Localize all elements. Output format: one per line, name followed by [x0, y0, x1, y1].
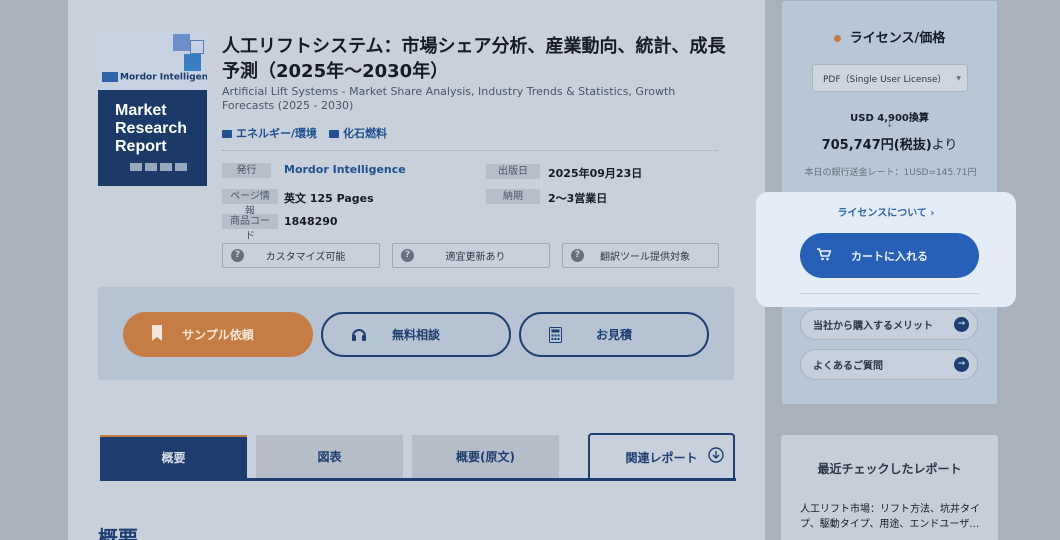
question-icon: ?	[401, 249, 414, 262]
quote-label: お見積	[595, 328, 632, 342]
category-label: エネルギー/環境	[236, 127, 318, 140]
code-value: 1848290	[284, 215, 338, 228]
date-label: 出版日	[486, 164, 540, 179]
cart-icon	[817, 248, 831, 261]
license-select[interactable]: PDF（Single User License） ▼	[812, 64, 968, 92]
category-links: エネルギー/環境 化石燃料	[222, 125, 387, 141]
feature-label: 翻訳ツール提供対象	[600, 252, 690, 263]
bullet-dot-icon	[833, 35, 841, 42]
sample-request-label: サンプル依頼	[182, 328, 254, 342]
folder-icon	[222, 130, 232, 138]
license-title-text: ライセンス/価格	[849, 31, 946, 46]
about-license-link[interactable]: ライセンスについて ›	[756, 204, 1016, 219]
code-label: 商品コード	[222, 214, 278, 242]
recent-reports-card: 最近チェックしたレポート 人工リフト市場：リフト方法、坑井タイプ、駆動タイプ、用…	[781, 435, 998, 540]
tab-related-reports[interactable]: 関連レポート	[588, 433, 735, 479]
category-label: 化石燃料	[343, 127, 388, 140]
purchase-merit-label: 当社から購入するメリット	[813, 321, 933, 332]
exchange-rate-note: 本日の銀行送金レート：1USD=145.71円	[804, 168, 977, 178]
report-cover-image: Mordor Intelligence Market Research Repo…	[98, 32, 207, 186]
publisher-label: 発行	[222, 163, 271, 178]
license-title: ライセンス/価格	[782, 27, 997, 46]
action-bar: サンプル依頼 無料相談 お見積	[98, 287, 734, 380]
price-jpy: 705,747円(税抜)より	[782, 134, 997, 153]
faq-link[interactable]: よくあるご質問 →	[800, 349, 978, 380]
cover-logo-text: Mordor Intelligence	[120, 72, 207, 83]
cover-title: Market Research Report	[115, 102, 188, 155]
tab-overview[interactable]: 概要	[100, 435, 247, 478]
category-link-fossil[interactable]: 化石燃料	[329, 125, 387, 141]
license-select-value: PDF（Single User License）	[823, 74, 947, 85]
calculator-icon	[549, 327, 562, 343]
down-arrow-icon: ↓	[885, 120, 894, 130]
arrow-down-circle-icon	[708, 447, 724, 463]
free-consult-label: 無料相談	[391, 328, 440, 342]
divider	[222, 150, 718, 151]
price-jpy-value: 705,747円(税抜)	[821, 138, 932, 153]
question-icon: ?	[231, 249, 244, 262]
add-to-cart-button[interactable]: カートに入れる	[800, 233, 979, 278]
feature-translation[interactable]: ? 翻訳ツール提供対象	[562, 243, 719, 268]
arrow-right-icon: →	[954, 357, 969, 372]
chevron-down-icon: ▼	[956, 75, 961, 82]
feature-label: カスタマイズ可能	[265, 252, 346, 263]
feature-customizable[interactable]: ? カスタマイズ可能	[222, 243, 380, 268]
date-value: 2025年09月23日	[548, 167, 643, 180]
section-heading: 概要	[98, 526, 138, 540]
cart-highlight-panel: ライセンスについて › カートに入れる	[756, 192, 1016, 307]
faq-label: よくあるご質問	[813, 361, 883, 372]
add-to-cart-label: カートに入れる	[851, 249, 928, 263]
tab-overview-original[interactable]: 概要(原文)	[412, 435, 559, 478]
tab-figures[interactable]: 図表	[256, 435, 403, 478]
folder-icon	[329, 130, 340, 138]
divider	[800, 293, 979, 294]
report-main-card: Mordor Intelligence Market Research Repo…	[68, 0, 765, 540]
tab-underline	[100, 478, 736, 481]
bookmark-icon	[152, 325, 162, 341]
question-icon: ?	[571, 249, 584, 262]
content-tabs: 概要 図表 概要(原文) 関連レポート	[100, 433, 736, 481]
delivery-value: 2～3営業日	[548, 192, 608, 205]
price-suffix: より	[931, 138, 958, 153]
recent-report-link[interactable]: 人工リフト市場：リフト方法、坑井タイプ、駆動タイプ、用途、エンドユーザ…	[800, 502, 982, 532]
arrow-right-icon: →	[954, 317, 969, 332]
pages-value: 英文 125 Pages	[284, 192, 374, 205]
report-subtitle: Artificial Lift Systems - Market Share A…	[222, 85, 676, 112]
free-consult-button[interactable]: 無料相談	[321, 312, 511, 357]
feature-label: 適宜更新あり	[445, 252, 506, 263]
category-link-energy[interactable]: エネルギー/環境	[222, 125, 317, 141]
sample-request-button[interactable]: サンプル依頼	[123, 312, 313, 357]
headset-icon	[352, 329, 366, 341]
recent-reports-title: 最近チェックしたレポート	[817, 462, 962, 476]
cover-publisher-logo: Mordor Intelligence	[102, 72, 207, 83]
tab-related-label: 関連レポート	[625, 450, 698, 465]
page-title: 人工リフトシステム：市場シェア分析、産業動向、統計、成長予測（2025年～203…	[222, 36, 726, 82]
pages-label: ページ情報	[222, 189, 278, 217]
quote-button[interactable]: お見積	[519, 312, 709, 357]
delivery-label: 納期	[486, 189, 540, 204]
purchase-merit-link[interactable]: 当社から購入するメリット →	[800, 309, 978, 340]
publisher-link[interactable]: Mordor Intelligence	[284, 163, 406, 176]
feature-updates[interactable]: ? 適宜更新あり	[392, 243, 550, 268]
